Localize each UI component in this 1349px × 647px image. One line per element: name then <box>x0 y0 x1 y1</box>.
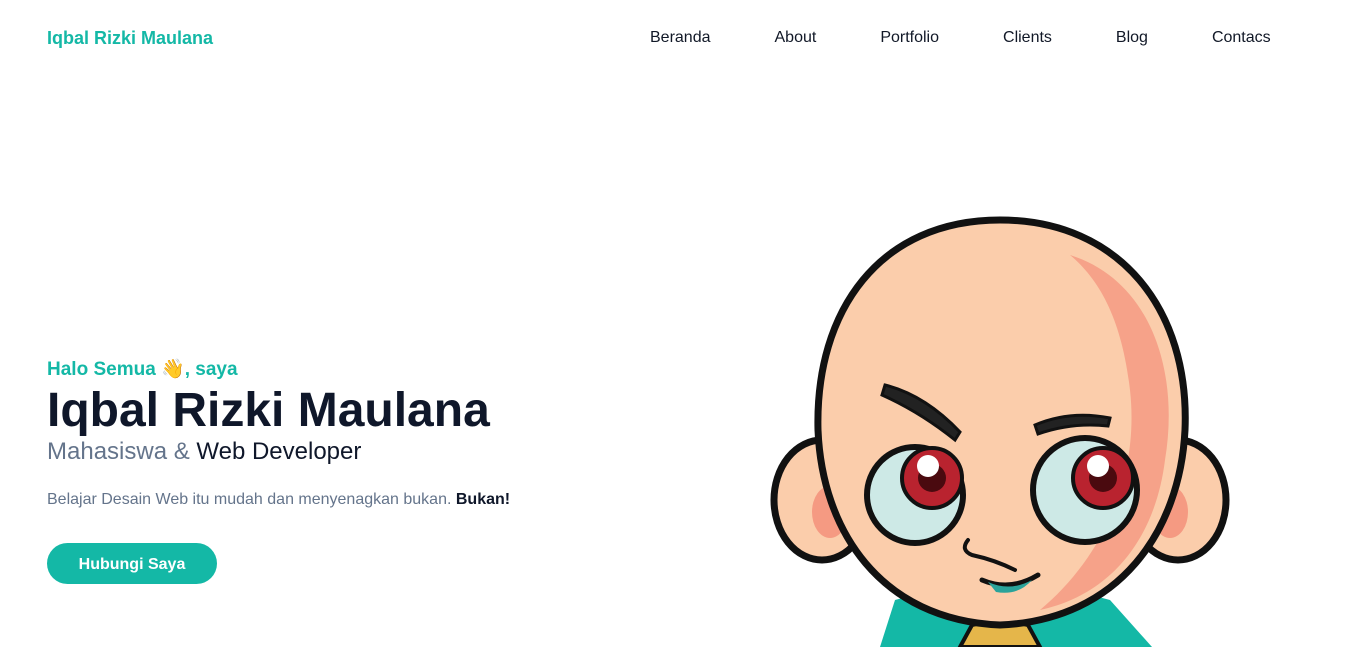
nav-item-contacs[interactable]: Contacs <box>1212 28 1271 47</box>
contact-button[interactable]: Hubungi Saya <box>47 543 217 584</box>
hero-role: Mahasiswa & Web Developer <box>47 437 510 467</box>
nav-item-blog[interactable]: Blog <box>1116 28 1148 47</box>
nav-item-clients[interactable]: Clients <box>1003 28 1052 47</box>
hero-name: Iqbal Rizki Maulana <box>47 384 490 437</box>
navbar: Iqbal Rizki Maulana Beranda About Portfo… <box>0 0 1349 76</box>
greeting: Halo Semua 👋, saya <box>47 356 510 383</box>
hero-section: Halo Semua 👋, saya Iqbal Rizki Maulana M… <box>47 356 510 584</box>
role-student: Mahasiswa & <box>47 438 197 465</box>
tagline-text: Belajar Desain Web itu mudah dan menyena… <box>47 491 456 508</box>
nav-menu: Beranda About Portfolio Clients Blog Con… <box>650 28 1271 47</box>
nav-item-about[interactable]: About <box>775 28 817 47</box>
cartoon-bald-boy-icon <box>770 216 1230 647</box>
role-developer: Web Developer <box>196 438 362 465</box>
greeting-suffix: , saya <box>184 359 238 380</box>
greeting-prefix: Halo Semua <box>47 359 162 380</box>
brand-logo[interactable]: Iqbal Rizki Maulana <box>47 28 213 49</box>
waving-hand-icon: 👋 <box>161 358 185 380</box>
nav-item-beranda[interactable]: Beranda <box>650 28 711 47</box>
hero-tagline: Belajar Desain Web itu mudah dan menyena… <box>47 489 510 511</box>
tagline-bold: Bukan! <box>455 491 511 508</box>
nav-item-portfolio[interactable]: Portfolio <box>880 28 939 47</box>
